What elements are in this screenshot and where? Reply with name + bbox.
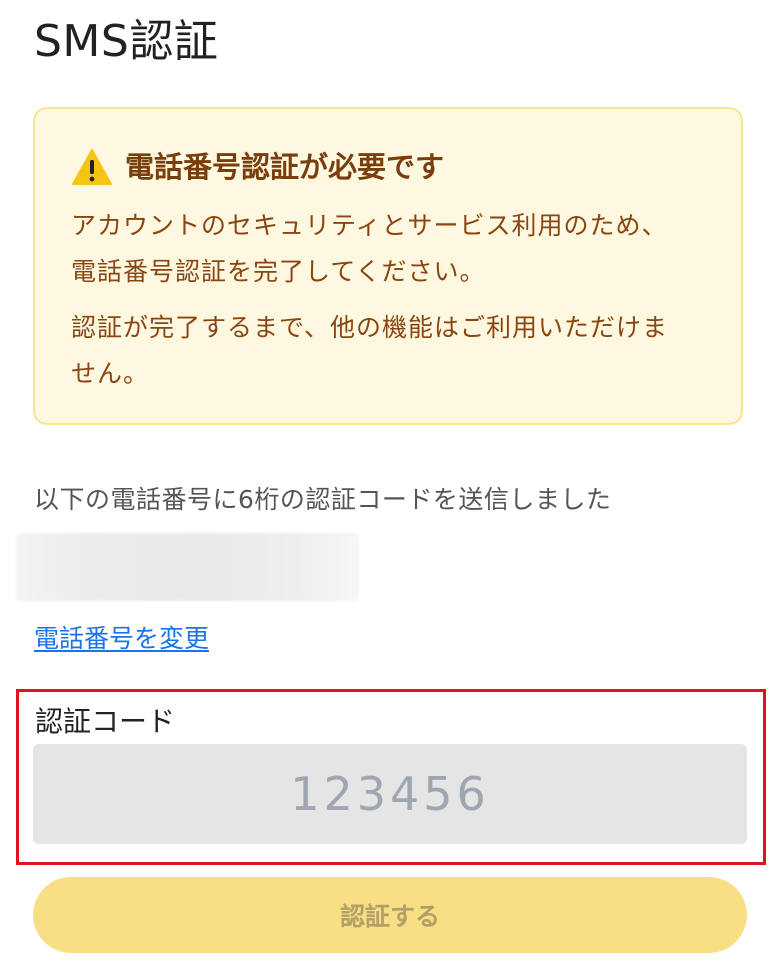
notice-line: アカウントのセキュリティとサービス利用のため、	[71, 211, 668, 240]
warning-icon	[72, 149, 112, 185]
notice-paragraph: アカウントのセキュリティとサービス利用のため、 電話番号認証を完了してください。	[71, 203, 707, 295]
verify-button[interactable]: 認証する	[33, 877, 747, 953]
notice-title: 電話番号認証が必要です	[125, 150, 445, 184]
verification-code-input[interactable]	[33, 744, 747, 844]
notice-paragraph: 認証が完了するまで、他の機能はご利用いただけま せん。	[71, 305, 707, 397]
code-input-section: 認証コード	[16, 689, 766, 865]
notice-header: 電話番号認証が必要です	[71, 145, 707, 189]
notice-body: アカウントのセキュリティとサービス利用のため、 電話番号認証を完了してください。…	[71, 203, 707, 397]
verification-notice: 電話番号認証が必要です アカウントのセキュリティとサービス利用のため、 電話番号…	[33, 107, 743, 425]
page-title: SMS認証	[34, 16, 219, 67]
code-label: 認証コード	[35, 705, 176, 738]
notice-line: 電話番号認証を完了してください。	[71, 257, 486, 286]
notice-line: せん。	[71, 359, 150, 388]
change-phone-link[interactable]: 電話番号を変更	[34, 620, 209, 658]
code-sent-message: 以下の電話番号に6桁の認証コードを送信しました	[34, 485, 612, 514]
notice-line: 認証が完了するまで、他の機能はご利用いただけま	[71, 313, 669, 342]
phone-number-redacted	[16, 533, 359, 601]
